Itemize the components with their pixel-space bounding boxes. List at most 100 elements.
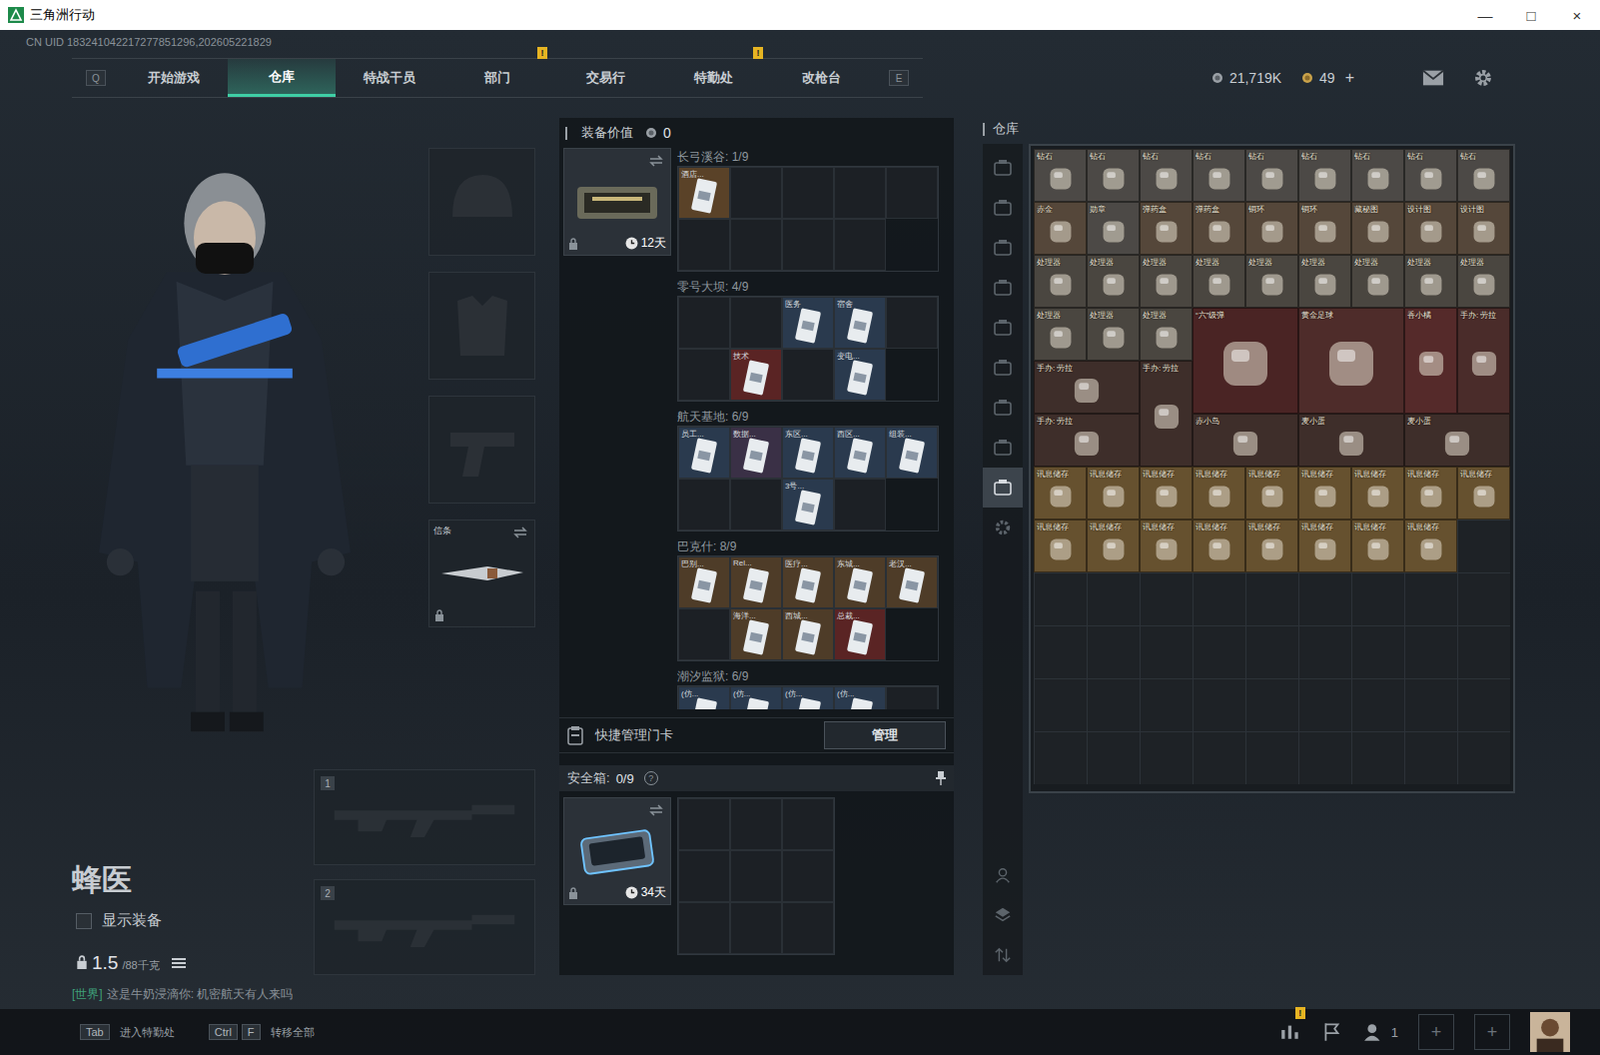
warehouse-item[interactable]: 讯息储存 [1086,519,1140,573]
player-avatar[interactable] [1530,1011,1571,1052]
warehouse-tab[interactable] [982,307,1023,348]
warehouse-tab[interactable] [982,467,1023,508]
safebox-slot[interactable] [730,901,783,954]
warehouse-item[interactable]: 讯息储存 [1351,466,1405,520]
warehouse-item[interactable]: 设计图 [1404,201,1458,255]
warehouse-item[interactable]: 钻石 [1139,148,1193,202]
keycard-slot[interactable]: 3号... [782,478,834,531]
keycard-slot[interactable] [730,166,783,219]
nav-tab[interactable]: 开始游戏 [119,58,228,97]
keycard-slot[interactable] [730,296,783,349]
warehouse-item[interactable]: 处理器 [1245,254,1299,308]
keycard-holder[interactable]: 12天 [563,147,672,256]
keycard-slot[interactable]: 技术 [730,348,783,401]
keycard-slot[interactable]: Rel... [730,556,783,609]
warehouse-item[interactable]: 手办: 劳拉 [1139,360,1193,467]
keycard-slot[interactable]: 西区... [833,426,886,479]
warehouse-item[interactable]: 讯息储存 [1139,519,1193,573]
warehouse-item[interactable]: 处理器 [1139,254,1193,308]
safebox-slot[interactable] [730,849,783,902]
warehouse-tool[interactable] [982,854,1023,895]
keycard-slot[interactable]: 酒店... [678,166,731,219]
show-equipment-toggle[interactable]: 显示装备 [75,910,314,930]
warehouse-item[interactable]: 香小橘 [1404,307,1458,414]
warehouse-item[interactable]: 手办: 劳拉 [1033,413,1140,467]
warehouse-item[interactable]: 讯息储存 [1033,466,1087,520]
safebox-item[interactable]: 34天 [563,797,672,905]
equipment-slot[interactable] [428,395,536,504]
safebox-slot[interactable] [678,849,731,902]
keycard-slot[interactable] [678,348,731,401]
safebox-slot[interactable] [730,798,783,850]
add-teammate-button[interactable]: + [1418,1013,1455,1050]
warehouse-tab[interactable] [982,227,1023,268]
nav-prev-key[interactable]: Q [85,69,106,86]
warehouse-item[interactable]: 钻石 [1351,148,1405,202]
nav-tab[interactable]: 特勤处! [659,58,768,97]
warehouse-item[interactable]: 讯息储存 [1192,519,1246,573]
key-hint[interactable]: Tab进入特勤处 [79,1023,175,1040]
keycard-slot[interactable] [730,478,783,531]
warehouse-item[interactable]: 讯息储存 [1351,519,1405,573]
warehouse-tool[interactable] [982,934,1023,975]
keycard-slot[interactable]: 总裁... [833,608,886,661]
warehouse-item[interactable]: 处理器 [1457,254,1511,308]
warehouse-item[interactable]: 处理器 [1086,254,1140,308]
warehouse-item[interactable]: 讯息储存 [1404,519,1458,573]
keycard-slot[interactable]: 员工... [678,426,731,479]
nav-tab[interactable]: 部门! [443,58,552,97]
keycard-slot[interactable] [833,218,886,271]
keycard-slot[interactable]: 数据... [730,426,783,479]
keycard-slot[interactable]: 变电... [833,348,886,401]
warehouse-tab[interactable] [982,147,1023,188]
swap-icon[interactable] [648,154,665,167]
warehouse-item[interactable]: 讯息储存 [1404,466,1458,520]
safebox-slot[interactable] [678,901,731,954]
show-equipment-checkbox[interactable] [75,912,92,929]
warehouse-item[interactable]: 麦小蛋 [1298,413,1405,467]
friends-button[interactable]: 1 [1363,1020,1399,1043]
safebox-slot[interactable] [678,798,731,850]
warehouse-item[interactable]: 弹药盒 [1139,201,1193,255]
swap-icon[interactable] [512,526,529,539]
warehouse-tab[interactable] [982,187,1023,228]
keycard-slot[interactable] [678,218,731,271]
warehouse-tool[interactable] [982,894,1023,935]
weapon-slot[interactable]: 1 [313,769,536,865]
warehouse-item[interactable]: 处理器 [1404,254,1458,308]
keycard-slot[interactable] [782,166,834,219]
manage-button[interactable]: 管理 [823,721,946,750]
warehouse-item[interactable]: 处理器 [1139,307,1193,361]
warehouse-item[interactable]: 处理器 [1033,307,1087,361]
nav-tab[interactable]: 改枪台 [767,58,875,97]
keycard-slot[interactable]: 巴别... [678,556,731,609]
warehouse-settings[interactable] [982,507,1023,548]
warehouse-item[interactable]: 弹药盒 [1192,201,1246,255]
keycard-slot[interactable]: 东区... [782,426,834,479]
operator-figure[interactable] [54,145,395,766]
warehouse-item[interactable]: 讯息储存 [1245,519,1299,573]
warehouse-item[interactable]: 讯息储存 [1033,519,1087,573]
nav-tab[interactable]: 交易行 [551,58,660,97]
swap-icon[interactable] [648,803,665,816]
warehouse-item[interactable]: 手办: 劳拉 [1033,360,1140,414]
keycard-slot[interactable]: (仿... [833,686,886,710]
warehouse-item[interactable]: 讯息储存 [1298,466,1352,520]
keycard-slot[interactable]: 医疗... [782,556,834,609]
mail-icon[interactable] [1422,67,1445,88]
warehouse-item[interactable]: 黄金足球 [1298,307,1405,414]
keycard-slot[interactable] [782,218,834,271]
keycard-slot[interactable] [678,478,731,531]
list-icon[interactable] [171,956,186,969]
keycard-slot[interactable] [678,608,731,661]
window-control-button[interactable]: □ [1508,6,1555,24]
keycard-slot[interactable] [885,686,938,710]
warehouse-item[interactable]: 讯息储存 [1086,466,1140,520]
warehouse-item[interactable]: 勋章 [1086,201,1140,255]
keycard-slot[interactable]: (仿... [730,686,783,710]
settings-gear-icon[interactable] [1472,67,1495,88]
keycard-slot[interactable]: 东城... [833,556,886,609]
warehouse-item[interactable]: 讯息储存 [1139,466,1193,520]
warehouse-item[interactable]: 讯息储存 [1298,519,1352,573]
equipment-slot[interactable] [428,147,536,256]
